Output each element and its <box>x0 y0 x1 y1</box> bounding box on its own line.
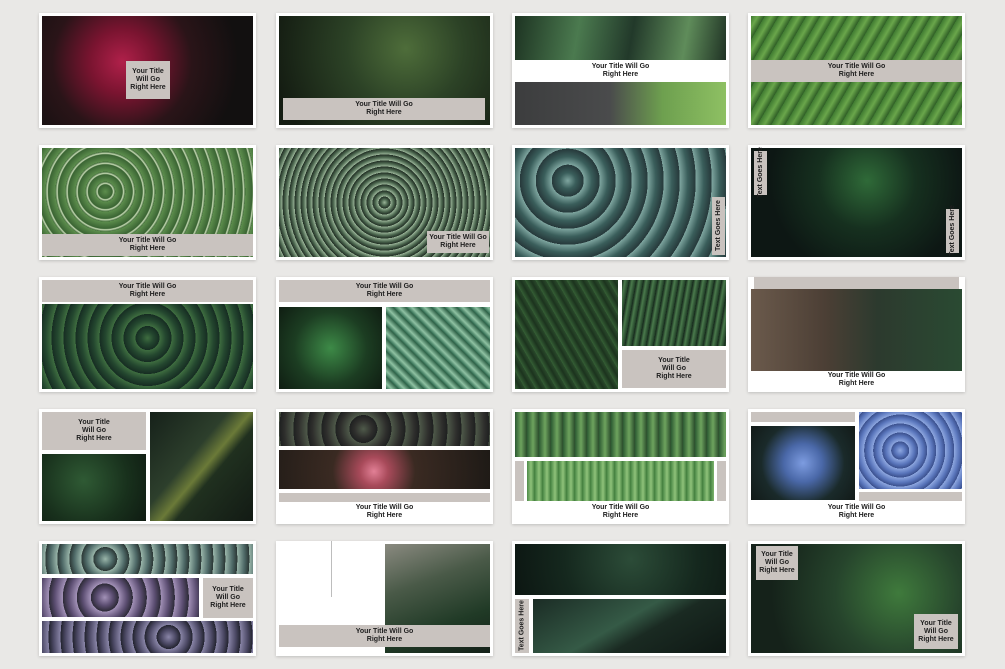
photo-fern-bush <box>279 307 382 389</box>
photo-hydrangea-single <box>751 426 855 500</box>
photo-succulents-bottom <box>42 621 253 653</box>
template-thumbnail[interactable]: Your Title Will Go Right Here <box>39 13 256 128</box>
photo-cactus-bottom <box>527 461 714 501</box>
photo-wet-leaf-veins <box>150 412 253 521</box>
template-thumbnail[interactable]: Your Title Will Go Right Here <box>748 409 965 524</box>
top-strip <box>751 412 855 422</box>
text-label: Text Goes Here <box>946 206 959 256</box>
template-thumbnail[interactable]: Text Goes Here <box>512 145 729 260</box>
title-label: Your Title Will Go Right Here <box>756 546 798 580</box>
bottom-strip <box>279 493 490 502</box>
text-label: Text Goes Here <box>712 197 725 255</box>
side-strip <box>515 461 524 501</box>
template-thumbnail[interactable]: Your Title Will Go Right Here <box>748 277 965 392</box>
title-label: Your Title Will Go Right Here <box>751 60 962 82</box>
photo-ferns <box>515 280 618 389</box>
template-thumbnail[interactable]: Your Title Will Go Right Here <box>512 409 729 524</box>
title-label: Your Title Will Go Right Here <box>827 372 886 387</box>
photo-dark-foliage <box>515 544 726 595</box>
title-label: Your Title Will Go Right Here <box>427 231 489 253</box>
photo-lotus-pond <box>279 450 490 489</box>
template-thumbnail[interactable]: Your Title Will Go Right Here <box>512 277 729 392</box>
divider-line <box>331 541 332 597</box>
title-label: Your Title Will Go Right Here <box>355 504 414 519</box>
template-thumbnail[interactable]: Your Title Will Go Right Here <box>512 13 729 128</box>
text-label: Text Goes Here <box>515 599 529 653</box>
title-label: Your Title Will Go Right Here <box>827 504 886 519</box>
photo-cactus-top <box>515 412 726 457</box>
template-thumbnail[interactable]: Your Title Will Go Right Here <box>39 541 256 656</box>
text-label: Text Goes Here <box>754 148 767 198</box>
template-thumbnail[interactable]: Your Title Will Go Right Here <box>748 13 965 128</box>
title-label: Your Title Will Go Right Here <box>279 280 490 302</box>
title-label: Your Title Will Go Right Here <box>283 98 485 120</box>
photo-ivy-wall <box>42 304 253 389</box>
template-thumbnail[interactable]: Your Title Will Go Right Here <box>276 541 493 656</box>
title-label: Your Title Will Go Right Here <box>279 625 490 647</box>
title-label: Your Title Will Go Right Here <box>203 578 253 618</box>
title-label: Your Title Will Go Right Here <box>42 412 146 450</box>
photo-fern-fronds <box>622 280 726 346</box>
photo-succulents <box>515 148 726 257</box>
template-thumbnail[interactable]: Your Title Will Go Right Here <box>39 145 256 260</box>
photo-purple-succulents <box>42 578 199 617</box>
side-strip <box>717 461 726 501</box>
photo-calathea <box>386 307 490 389</box>
photo-dark-leaves <box>751 148 962 257</box>
photo-tropical-leaves <box>515 16 726 60</box>
title-label: Your Title Will Go Right Here <box>591 63 650 78</box>
title-label: Your Title Will Go Right Here <box>591 504 650 519</box>
template-thumbnail[interactable]: Your Title Will Go Right Here <box>276 277 493 392</box>
top-strip <box>754 277 959 289</box>
template-thumbnail[interactable]: Your Title Will Go Right Here <box>39 277 256 392</box>
photo-leaf-closeup <box>515 82 726 125</box>
template-thumbnail[interactable]: Your Title Will Go Right Here <box>276 13 493 128</box>
title-label: Your Title Will Go Right Here <box>42 234 253 256</box>
title-label: Your Title Will Go Right Here <box>622 350 726 388</box>
title-label: Your Title Will Go Right Here <box>126 61 170 99</box>
photo-succulents-top <box>42 544 253 574</box>
bottom-strip <box>859 492 962 501</box>
photo-bark-and-palms <box>751 289 962 371</box>
template-thumbnail[interactable]: Text Goes Here Text Goes Here <box>748 145 965 260</box>
title-label: Your Title Will Go Right Here <box>914 614 958 649</box>
title-label: Your Title Will Go Right Here <box>42 280 253 302</box>
photo-monstera-bush <box>42 454 146 521</box>
template-thumbnail[interactable]: Your Title Will Go Right Here <box>39 409 256 524</box>
template-gallery: { "labels": { "title_two_line": "Your Ti… <box>0 0 1005 669</box>
photo-hydrangea-cluster <box>859 412 962 489</box>
photo-lily-pads <box>279 412 490 446</box>
template-thumbnail[interactable]: Your Title Will Go Right Here Your Title… <box>748 541 965 656</box>
template-thumbnail[interactable]: Your Title Will Go Right Here <box>276 409 493 524</box>
template-thumbnail[interactable]: Your Title Will Go Right Here <box>276 145 493 260</box>
photo-wet-leaf <box>533 599 726 653</box>
template-thumbnail[interactable]: Text Goes Here <box>512 541 729 656</box>
